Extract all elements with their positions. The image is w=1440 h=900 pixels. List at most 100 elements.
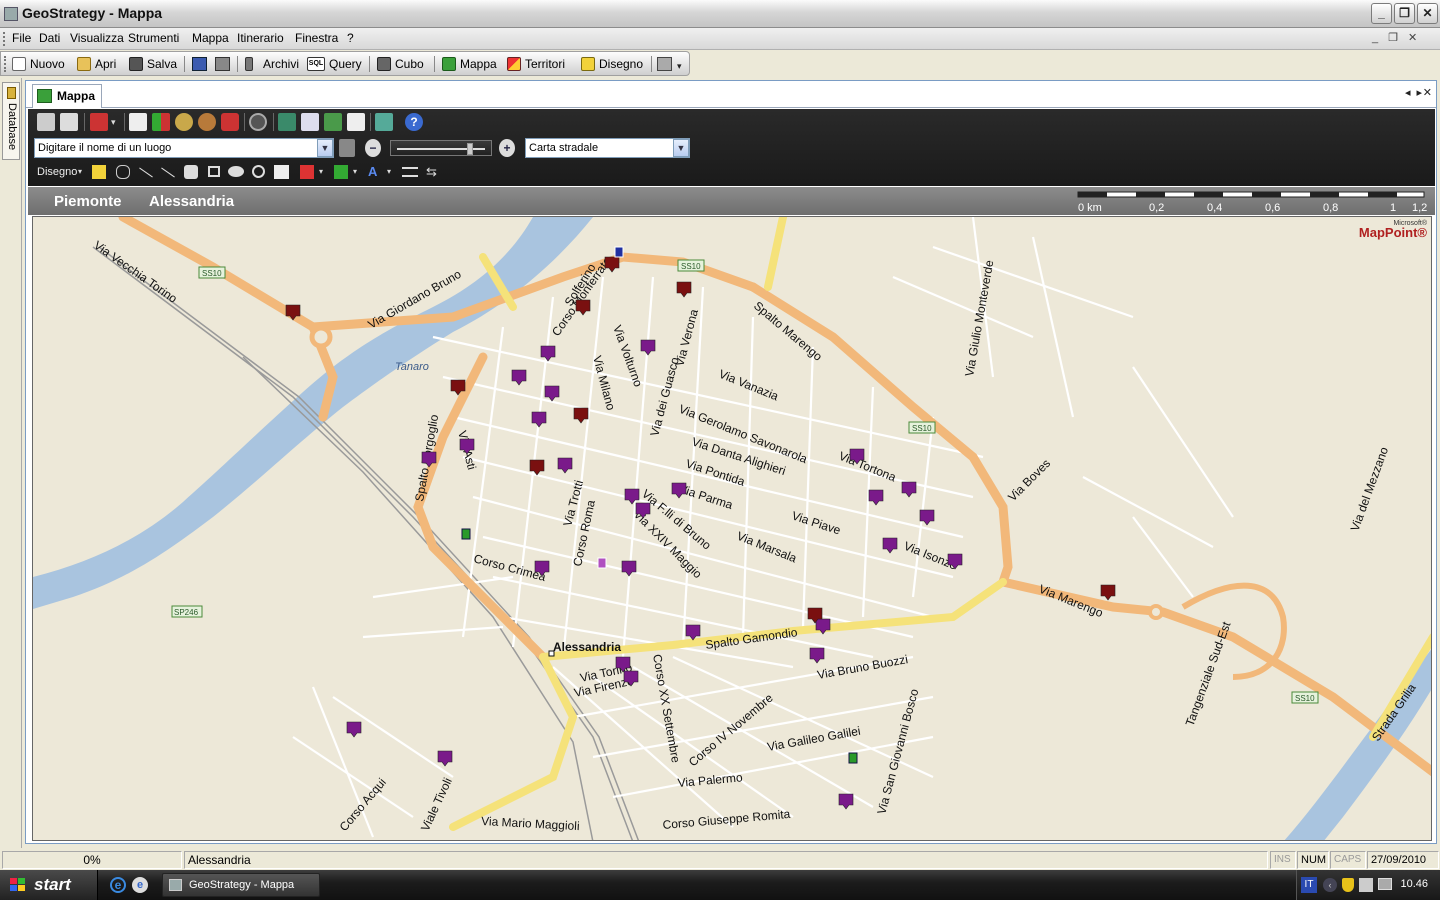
map-tab-icon [37,89,52,103]
print-map-icon[interactable] [60,113,78,131]
tab-close-icon[interactable]: ✕ [1423,86,1432,99]
route-icon[interactable] [198,113,216,131]
freeform-icon[interactable] [116,165,130,179]
radius-icon[interactable] [252,165,265,178]
map-canvas[interactable]: SS10 SS10 SS10 SS10 SP246 Via Vecchia To… [32,216,1432,841]
fill-color-icon[interactable] [300,165,314,179]
breadcrumb-region[interactable]: Piemonte [54,193,122,210]
pushpin-violet[interactable] [597,557,607,569]
menu-finestra[interactable]: Finestra [295,31,338,45]
zoom-out-icon[interactable]: − [365,139,381,157]
ie-alt-icon[interactable]: e [132,877,148,893]
menu-help[interactable]: ? [347,31,354,45]
zoom-slider[interactable] [390,140,492,156]
font-color-dropdown-icon[interactable]: ▾ [387,167,391,176]
menu-file[interactable]: File [12,31,31,45]
rectangle-icon[interactable] [208,166,220,177]
menu-strumenti[interactable]: Strumenti [128,31,179,45]
binoculars-icon[interactable] [339,139,355,157]
map-style-select[interactable]: Carta stradale [525,138,690,158]
monitor-icon[interactable] [1359,878,1373,892]
callout-icon[interactable] [184,165,198,179]
pushpin-green[interactable] [848,752,858,764]
font-color-icon[interactable]: A [368,164,382,179]
new-button[interactable]: Nuovo [12,55,65,73]
place-search-input[interactable]: Digitare il nome di un luogo [34,138,334,158]
toolbar-overflow-icon[interactable]: ▾ [677,61,682,72]
mdi-controls[interactable]: _❐✕ [1372,31,1438,47]
maximize-button[interactable]: ❐ [1394,3,1415,24]
heart-shield-icon[interactable] [221,113,239,131]
menu-itinerario[interactable]: Itinerario [237,31,284,45]
pushpin-green[interactable] [461,528,471,540]
cube-button[interactable]: Cubo [377,55,424,73]
picture-icon[interactable] [324,113,342,131]
options-icon[interactable] [657,57,672,71]
highlighter-icon[interactable] [92,165,106,179]
data-sheet-icon[interactable] [129,113,147,131]
network-icon[interactable] [1378,878,1392,890]
scale-bar-graphic: 0 km 0,2 0,4 0,6 0,8 1 1,2 [1077,191,1427,214]
save-map-icon[interactable] [37,113,55,131]
menu-dati[interactable]: Dati [39,31,60,45]
globe-icon[interactable] [175,113,193,131]
windows-flag-icon [10,878,25,891]
scale-label: 0,2 [1149,202,1164,213]
drawing-dropdown-icon[interactable]: ▾ [78,167,82,176]
pushpin-dropdown-icon[interactable]: ▾ [111,117,116,128]
arrow-icon[interactable] [161,167,175,178]
search-dropdown-icon[interactable]: ▼ [317,139,333,157]
language-indicator[interactable]: IT [1301,877,1317,893]
swap-order-icon[interactable]: ⇆ [426,165,442,179]
steering-icon[interactable] [249,113,267,131]
menu-mappa[interactable]: Mappa [192,31,229,45]
menu-visualizza[interactable]: Visualizza [70,31,124,45]
menu-grip[interactable] [3,32,6,46]
toolbar-grip[interactable] [4,56,7,72]
save-button[interactable]: Salva [129,55,177,73]
database-tab[interactable]: Database [2,82,20,160]
zoom-slider-thumb[interactable] [466,143,473,155]
shield-icon[interactable] [1342,878,1354,892]
toolbar-separator [651,56,652,72]
map-style-dropdown-icon[interactable]: ▼ [673,139,689,157]
drawing-button[interactable]: Disegno [581,55,643,73]
minimize-button[interactable]: _ [1371,3,1392,24]
territory-map-icon[interactable] [152,113,170,131]
pushpin-blue[interactable] [614,246,624,258]
map-button[interactable]: Mappa [442,55,497,73]
scale-label: 1 [1390,202,1396,213]
tab-mappa[interactable]: Mappa [32,84,102,108]
query-button[interactable]: SQL Query [307,55,362,73]
drawing-menu[interactable]: Disegno [37,166,77,178]
textbox-icon[interactable] [274,165,289,179]
zoom-in-icon[interactable]: + [499,139,515,157]
start-button[interactable]: start [0,870,98,900]
chevron-left-icon[interactable]: ‹ [1323,878,1337,892]
print-icon[interactable] [215,57,230,71]
table-icon[interactable] [301,113,319,131]
chart-icon[interactable] [375,113,393,131]
territories-button[interactable]: Territori [507,55,565,73]
fill-color-dropdown-icon[interactable]: ▾ [319,167,323,176]
export-icon[interactable] [347,113,365,131]
database-icon [7,87,16,99]
book-icon[interactable] [192,57,207,71]
open-button[interactable]: Apri [77,55,116,73]
line-style-icon[interactable] [402,167,418,177]
line-color-icon[interactable] [334,165,348,179]
pushpin-icon[interactable] [90,113,108,131]
archive-button[interactable]: Archivi [245,55,299,73]
ie-icon[interactable]: e [110,877,126,893]
close-button[interactable]: ✕ [1417,3,1438,24]
taskbar-item-geostrategy[interactable]: GeoStrategy - Mappa [162,873,320,897]
line-color-dropdown-icon[interactable]: ▾ [353,167,357,176]
app-icon[interactable] [4,7,18,21]
app-icon [169,879,182,891]
import-icon[interactable] [278,113,296,131]
oval-icon[interactable] [228,166,244,177]
line-icon[interactable] [139,167,153,178]
separator [84,113,85,131]
help-icon[interactable]: ? [405,113,423,131]
breadcrumb-city[interactable]: Alessandria [149,193,234,210]
